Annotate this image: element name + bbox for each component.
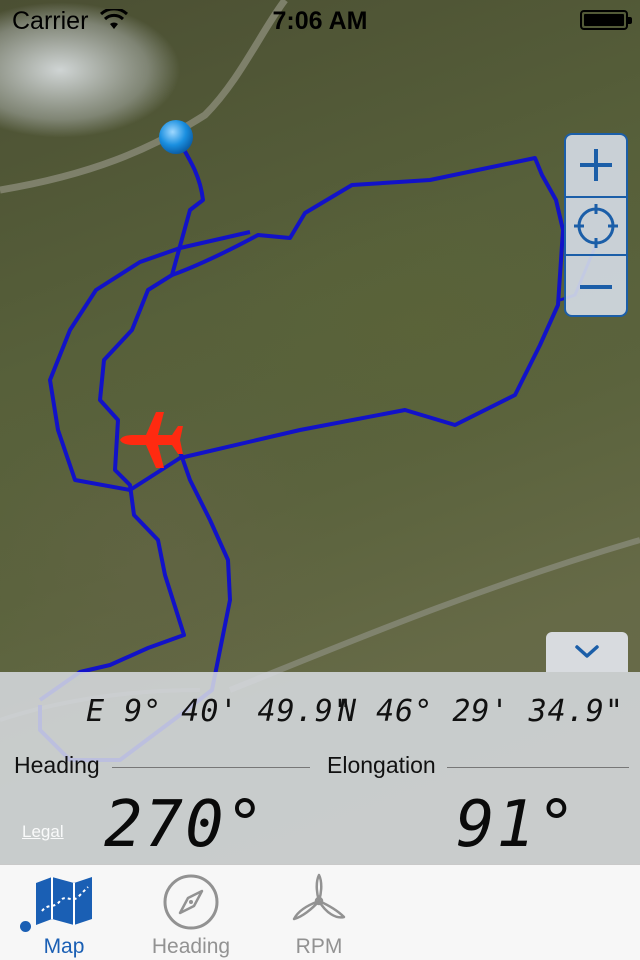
status-bar: Carrier 7:06 AM	[0, 0, 640, 40]
divider	[447, 767, 629, 768]
divider	[112, 767, 310, 768]
collapse-panel-button[interactable]	[546, 632, 628, 672]
elongation-label: Elongation	[327, 752, 436, 778]
selected-indicator	[20, 921, 31, 932]
clock: 7:06 AM	[272, 7, 368, 35]
map-zoom-controls	[564, 133, 628, 317]
start-marker[interactable]	[156, 117, 196, 157]
plus-icon	[580, 149, 612, 181]
info-panel: E 9° 40' 49.9" N 46° 29' 34.9" Heading E…	[0, 672, 640, 864]
heading-label: Heading	[14, 752, 100, 778]
chevron-down-icon	[575, 645, 599, 658]
tab-heading-label: Heading	[151, 935, 231, 958]
minus-icon	[580, 285, 612, 289]
compass-icon	[163, 874, 219, 930]
tab-rpm[interactable]: RPM	[254, 865, 384, 960]
tab-heading[interactable]: Heading	[128, 865, 254, 960]
tab-map-label: Map	[43, 935, 85, 958]
heading-value: 270°	[104, 788, 267, 862]
tab-map[interactable]: Map	[0, 865, 128, 960]
battery-icon	[580, 10, 632, 30]
zoom-out-button[interactable]	[566, 257, 626, 315]
latitude-readout: N 46° 29' 34.9"	[338, 694, 624, 729]
locate-button[interactable]	[566, 196, 626, 256]
tab-rpm-label: RPM	[295, 935, 343, 958]
legal-link[interactable]: Legal	[22, 822, 64, 842]
aircraft-icon	[120, 412, 183, 468]
tab-bar: Map Heading RPM	[0, 864, 640, 960]
elongation-value: 91°	[456, 788, 578, 862]
longitude-readout: E 9° 40' 49.9"	[86, 694, 353, 729]
zoom-in-button[interactable]	[566, 135, 626, 195]
map-icon	[36, 877, 92, 925]
crosshair-icon	[574, 204, 618, 248]
propeller-icon	[292, 873, 346, 921]
